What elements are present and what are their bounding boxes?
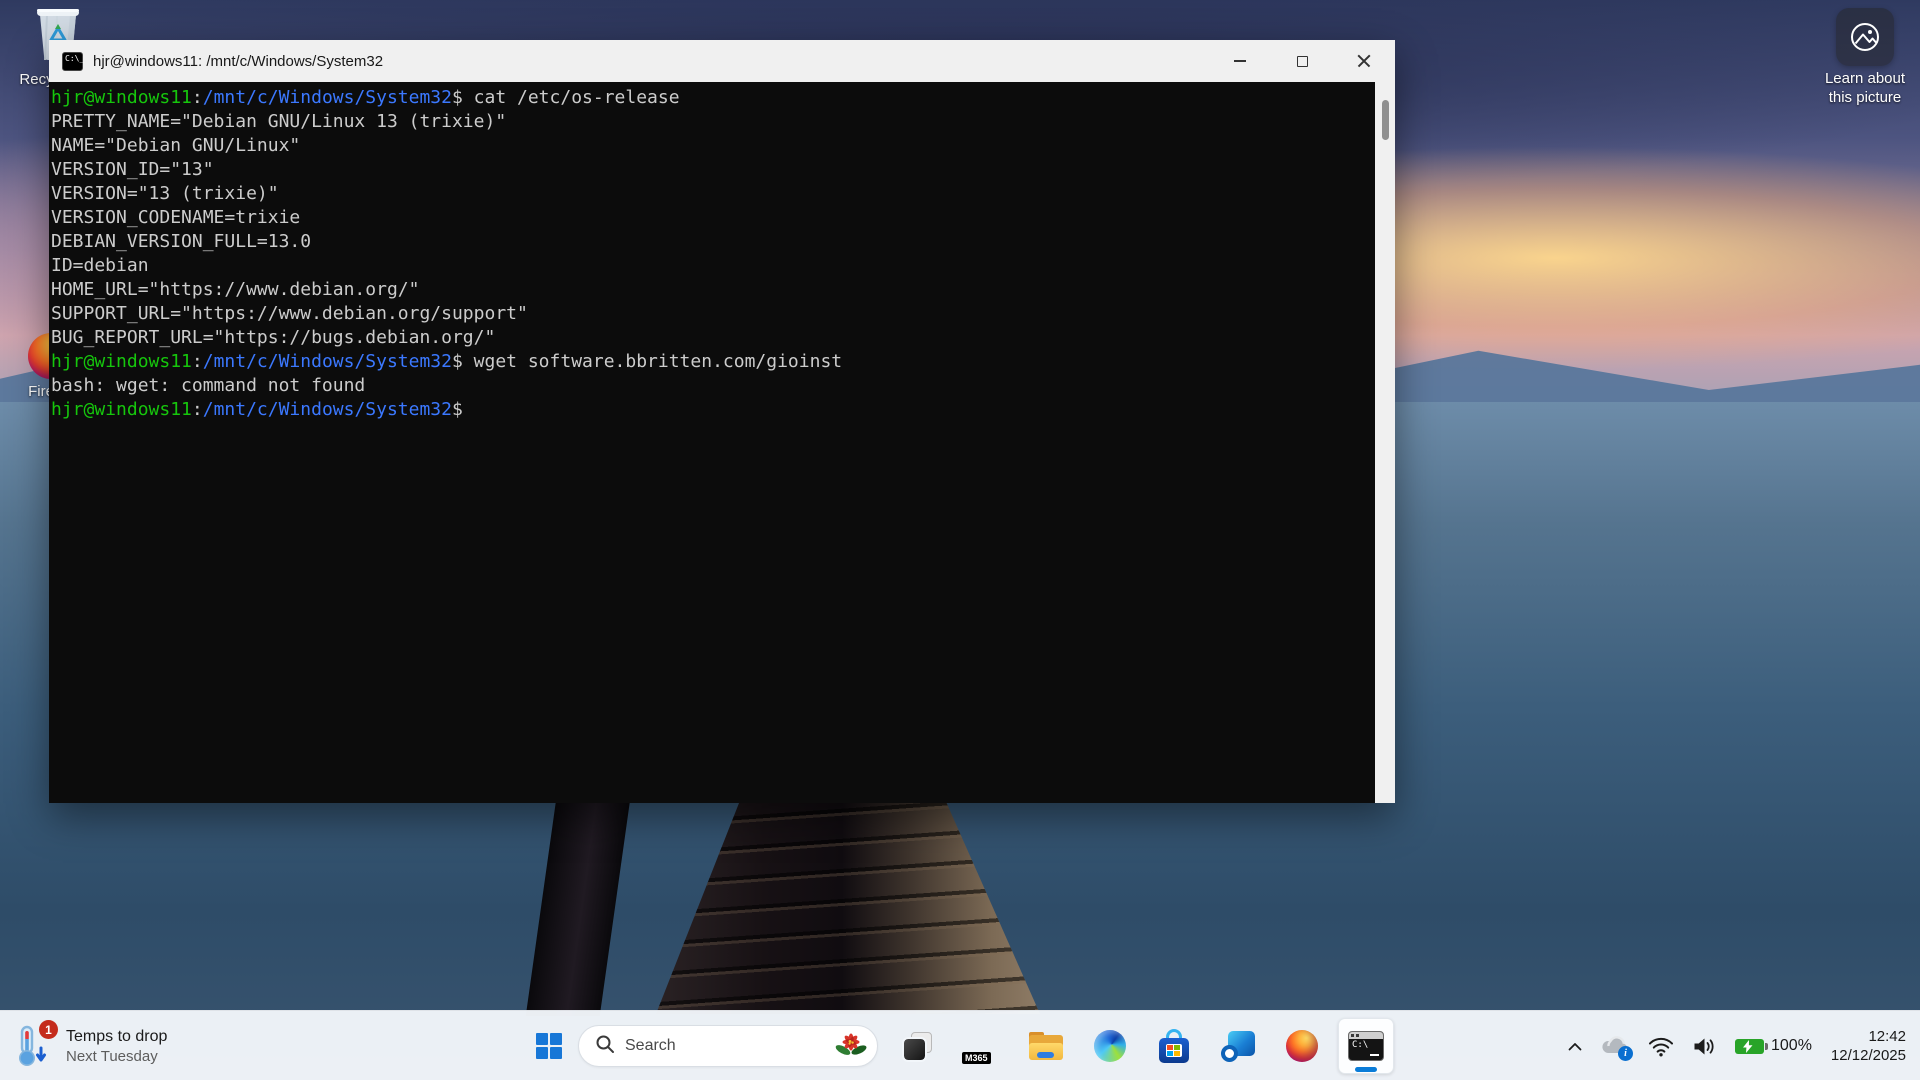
speaker-icon <box>1692 1036 1717 1057</box>
firefox-taskbar-icon <box>1286 1030 1318 1062</box>
minimize-button[interactable] <box>1209 40 1271 82</box>
terminal-line: HOME_URL="https://www.debian.org/" <box>51 278 1373 302</box>
terminal-line: SUPPORT_URL="https://www.debian.org/supp… <box>51 302 1373 326</box>
copilot-m365-icon: M365 <box>966 1030 998 1062</box>
chevron-up-icon <box>1568 1042 1582 1051</box>
m365-badge: M365 <box>962 1052 991 1064</box>
terminal-line: hjr@windows11:/mnt/c/Windows/System32$ <box>51 398 1373 422</box>
battery-percent: 100% <box>1771 1037 1812 1055</box>
desktop: Recycle Bin Firefox Learn about this pic… <box>0 0 1920 1080</box>
terminal-line: VERSION="13 (trixie)" <box>51 182 1373 206</box>
terminal-lines: hjr@windows11:/mnt/c/Windows/System32$ c… <box>51 86 1373 803</box>
terminal-line: PRETTY_NAME="Debian GNU/Linux 13 (trixie… <box>51 110 1373 134</box>
picture-icon <box>1836 8 1894 66</box>
taskbar-app-task-view[interactable] <box>890 1018 946 1074</box>
search-input[interactable] <box>625 1037 835 1055</box>
outlook-icon <box>1221 1031 1255 1062</box>
close-button[interactable] <box>1333 40 1395 82</box>
active-app-indicator <box>1355 1067 1377 1072</box>
windows-logo-icon <box>536 1033 562 1059</box>
weather-widget[interactable]: 1 Temps to drop Next Tuesday <box>14 1011 167 1080</box>
taskbar-app-file-explorer[interactable] <box>1018 1018 1074 1074</box>
search-icon <box>595 1034 615 1059</box>
microsoft-store-icon <box>1158 1029 1190 1063</box>
terminal-icon: C:\ <box>1348 1031 1384 1061</box>
terminal-titlebar[interactable]: C:\_ hjr@windows11: /mnt/c/Windows/Syste… <box>49 40 1395 82</box>
taskbar-app-edge[interactable] <box>1082 1018 1138 1074</box>
terminal-line: NAME="Debian GNU/Linux" <box>51 134 1373 158</box>
maximize-button[interactable] <box>1271 40 1333 82</box>
tray-volume[interactable] <box>1685 1024 1724 1068</box>
weather-subtext: Next Tuesday <box>66 1047 167 1066</box>
terminal-line: DEBIAN_VERSION_FULL=13.0 <box>51 230 1373 254</box>
search-box[interactable] <box>578 1025 878 1067</box>
taskbar-app-microsoft-store[interactable] <box>1146 1018 1202 1074</box>
terminal-line: hjr@windows11:/mnt/c/Windows/System32$ w… <box>51 350 1373 374</box>
window-title: hjr@windows11: /mnt/c/Windows/System32 <box>93 53 383 70</box>
tray-clock[interactable]: 12:42 12/12/2025 <box>1823 1027 1906 1065</box>
taskbar-app-terminal-active[interactable]: C:\ <box>1338 1018 1394 1074</box>
wifi-icon <box>1648 1036 1674 1057</box>
tray-chevron-up[interactable] <box>1561 1024 1589 1068</box>
tray-battery[interactable]: 100% <box>1728 1024 1819 1068</box>
edge-icon <box>1094 1030 1126 1062</box>
clock-date: 12/12/2025 <box>1831 1046 1906 1065</box>
terminal-content[interactable]: hjr@windows11:/mnt/c/Windows/System32$ c… <box>49 82 1395 803</box>
console-icon: C:\_ <box>62 52 83 71</box>
minimize-icon <box>1234 60 1246 62</box>
task-view-icon <box>904 1032 932 1060</box>
battery-icon <box>1735 1039 1764 1054</box>
desktop-icon-learn-about-picture[interactable]: Learn about this picture <box>1806 8 1920 107</box>
thermometer-icon: 1 <box>14 1024 56 1068</box>
weather-badge: 1 <box>39 1020 58 1039</box>
start-button[interactable] <box>526 1018 572 1074</box>
close-icon <box>1357 54 1371 68</box>
learn-about-label: Learn about this picture <box>1825 69 1905 107</box>
weather-headline: Temps to drop <box>66 1027 167 1047</box>
taskbar-app-outlook[interactable] <box>1210 1018 1266 1074</box>
taskbar: 1 Temps to drop Next Tuesday <box>0 1010 1920 1080</box>
taskbar-app-copilot-m365[interactable]: M365 <box>954 1018 1010 1074</box>
taskbar-app-firefox[interactable] <box>1274 1018 1330 1074</box>
onedrive-info-badge: i <box>1618 1046 1633 1061</box>
terminal-line: hjr@windows11:/mnt/c/Windows/System32$ c… <box>51 86 1373 110</box>
maximize-icon <box>1297 56 1308 67</box>
tray-onedrive[interactable]: i <box>1593 1024 1637 1068</box>
terminal-line: ID=debian <box>51 254 1373 278</box>
terminal-window: C:\_ hjr@windows11: /mnt/c/Windows/Syste… <box>49 40 1395 803</box>
terminal-line: VERSION_CODENAME=trixie <box>51 206 1373 230</box>
file-explorer-icon <box>1029 1032 1063 1060</box>
clock-time: 12:42 <box>1831 1027 1906 1046</box>
terminal-scrollbar-thumb[interactable] <box>1382 100 1389 140</box>
terminal-line: BUG_REPORT_URL="https://bugs.debian.org/… <box>51 326 1373 350</box>
terminal-line: VERSION_ID="13" <box>51 158 1373 182</box>
terminal-scrollbar-track <box>1375 82 1395 803</box>
tray-wifi[interactable] <box>1641 1024 1681 1068</box>
poinsettia-icon <box>835 1029 867 1064</box>
terminal-line: bash: wget: command not found <box>51 374 1373 398</box>
